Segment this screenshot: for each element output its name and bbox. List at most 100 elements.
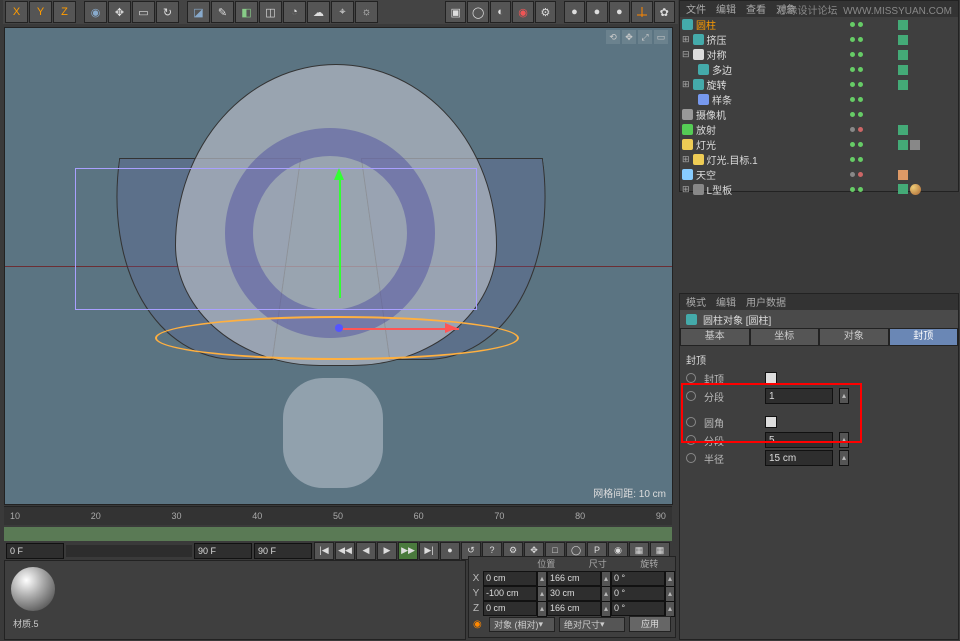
size-input[interactable] bbox=[547, 601, 601, 616]
render-settings-icon[interactable]: ⚙ bbox=[535, 1, 556, 23]
selection-bbox bbox=[75, 168, 477, 310]
object-row[interactable]: 天空 bbox=[680, 167, 958, 182]
object-row[interactable]: 灯光 bbox=[680, 137, 958, 152]
tab-caps[interactable]: 封顶 bbox=[889, 328, 959, 346]
coord-mode-dropdown[interactable]: 对象 (相对) ▾ bbox=[489, 617, 555, 632]
hdr-rotation: 旋转 bbox=[624, 557, 676, 571]
watermark: 思缘设计论坛 WWW.MISSYUAN.COM bbox=[778, 2, 952, 17]
axis-x-icon[interactable]: X bbox=[5, 1, 28, 23]
attr-row-半径: 半径▴ bbox=[686, 449, 952, 467]
checkbox[interactable]: ✓ bbox=[765, 372, 777, 384]
rot-input[interactable] bbox=[611, 586, 665, 601]
scale-tool-icon[interactable]: ▭ bbox=[132, 1, 155, 23]
object-row[interactable]: 样条 bbox=[680, 92, 958, 107]
extrude-icon[interactable]: ◧ bbox=[235, 1, 258, 23]
material-label: 材质.5 bbox=[13, 617, 61, 630]
timeline-cur-field[interactable] bbox=[194, 543, 252, 559]
model-foot bbox=[283, 378, 383, 488]
tab-basic[interactable]: 基本 bbox=[680, 328, 750, 346]
playback-button[interactable]: ◀◀ bbox=[335, 542, 355, 560]
gizmo-y-axis[interactable] bbox=[339, 178, 341, 298]
object-row[interactable]: ⊞L型板 bbox=[680, 182, 958, 197]
coord-apply-button[interactable]: 应用 bbox=[629, 616, 671, 632]
axis-y-icon[interactable]: Y bbox=[29, 1, 52, 23]
object-row[interactable]: 摄像机 bbox=[680, 107, 958, 122]
spinner[interactable]: ▴ bbox=[839, 450, 849, 466]
axis-z-icon[interactable]: Z bbox=[53, 1, 76, 23]
attr-section-header: 封顶 bbox=[686, 352, 952, 367]
pen-icon[interactable]: ✎ bbox=[211, 1, 234, 23]
render-region-icon[interactable]: ▣ bbox=[445, 1, 466, 23]
object-row[interactable]: ⊞挤压 bbox=[680, 32, 958, 47]
pos-input[interactable] bbox=[483, 601, 537, 616]
pos-input[interactable] bbox=[483, 571, 537, 586]
cylinder-icon bbox=[686, 314, 697, 325]
timeline-range-slider[interactable] bbox=[4, 527, 672, 541]
rotate-tool-icon[interactable]: ↻ bbox=[156, 1, 179, 23]
tab-object[interactable]: 对象 bbox=[819, 328, 889, 346]
playback-button[interactable]: |◀ bbox=[314, 542, 334, 560]
timeline-scrub[interactable] bbox=[66, 545, 192, 557]
playback-button[interactable]: ▶▶ bbox=[398, 542, 418, 560]
highlight-fillet-params bbox=[683, 385, 860, 441]
object-row[interactable]: ⊞灯光.目标.1 bbox=[680, 152, 958, 167]
object-row[interactable]: 多边 bbox=[680, 62, 958, 77]
viewport-grid-status: 网格间距: 10 cm bbox=[593, 485, 666, 500]
timeline-end-field[interactable] bbox=[254, 543, 312, 559]
om-menu-file[interactable]: 文件 bbox=[686, 1, 706, 17]
timeline-start-field[interactable] bbox=[6, 543, 64, 559]
attr-tabs: 基本 坐标 对象 封顶 bbox=[680, 328, 958, 346]
plugin-icon[interactable]: ✿ bbox=[654, 1, 675, 23]
gizmo-y-arrow-icon[interactable] bbox=[334, 168, 344, 180]
size-input[interactable] bbox=[547, 571, 601, 586]
om-menu-view[interactable]: 查看 bbox=[746, 1, 766, 17]
object-row[interactable]: 圆柱 bbox=[680, 17, 958, 32]
sphere3-icon[interactable]: ● bbox=[609, 1, 630, 23]
attr-menu: 模式 编辑 用户数据 bbox=[680, 294, 958, 310]
attr-menu-mode[interactable]: 模式 bbox=[686, 294, 706, 310]
array-icon[interactable]: ◫ bbox=[259, 1, 282, 23]
gizmo-x-arrow-icon[interactable] bbox=[445, 323, 457, 333]
object-row[interactable]: 放射 bbox=[680, 122, 958, 137]
coord-icon[interactable] bbox=[631, 1, 652, 23]
rot-input[interactable] bbox=[611, 601, 665, 616]
timeline-ruler[interactable]: 102030405060708090 bbox=[4, 507, 672, 525]
attr-title-text: 圆柱对象 [圆柱] bbox=[703, 312, 771, 327]
light-icon[interactable]: ☼ bbox=[355, 1, 378, 23]
playback-button[interactable]: ◀ bbox=[356, 542, 376, 560]
render-active-icon[interactable]: ◯ bbox=[467, 1, 488, 23]
pos-input[interactable] bbox=[483, 586, 537, 601]
3d-viewport[interactable]: ⟲ ✥ ⤢ ▭ 网格间距: 10 cm bbox=[4, 27, 673, 505]
gizmo-x-axis[interactable] bbox=[339, 328, 459, 330]
attr-object-title: 圆柱对象 [圆柱] bbox=[680, 310, 958, 328]
playback-button[interactable]: ▶ bbox=[377, 542, 397, 560]
sphere2-icon[interactable]: ● bbox=[586, 1, 607, 23]
primitive-icon[interactable]: ◪ bbox=[187, 1, 210, 23]
value-input[interactable] bbox=[765, 450, 833, 466]
camera-icon[interactable]: ⌖ bbox=[331, 1, 354, 23]
rot-input[interactable] bbox=[611, 571, 665, 586]
deformer-icon[interactable]: ◔ bbox=[283, 1, 306, 23]
tab-coord[interactable]: 坐标 bbox=[750, 328, 820, 346]
move-tool-icon[interactable]: ✥ bbox=[108, 1, 131, 23]
object-row[interactable]: ⊞旋转 bbox=[680, 77, 958, 92]
coord-row-Y: Y▴▴▴ bbox=[469, 586, 675, 601]
playback-button[interactable]: ▶| bbox=[419, 542, 439, 560]
environment-icon[interactable]: ☁ bbox=[307, 1, 330, 23]
attr-menu-userdata[interactable]: 用户数据 bbox=[746, 294, 786, 310]
render-picture-icon[interactable]: ◉ bbox=[512, 1, 533, 23]
size-input[interactable] bbox=[547, 586, 601, 601]
globe-icon[interactable]: ◉ bbox=[84, 1, 107, 23]
coord-record-icon[interactable]: ◉ bbox=[473, 619, 485, 630]
gizmo-origin[interactable] bbox=[335, 324, 343, 332]
coord-size-mode-dropdown[interactable]: 绝对尺寸 ▾ bbox=[559, 617, 625, 632]
attr-menu-edit[interactable]: 编辑 bbox=[716, 294, 736, 310]
om-menu-edit[interactable]: 编辑 bbox=[716, 1, 736, 17]
playback-button[interactable]: ● bbox=[440, 542, 460, 560]
sphere1-icon[interactable]: ● bbox=[564, 1, 585, 23]
render-half-icon[interactable]: ◐ bbox=[490, 1, 511, 23]
object-row[interactable]: ⊟对称 bbox=[680, 47, 958, 62]
object-tree[interactable]: 圆柱⊞挤压⊟对称多边⊞旋转样条摄像机放射灯光⊞灯光.目标.1天空⊞L型板 bbox=[680, 17, 958, 197]
render-toolbar: ▣ ◯ ◐ ◉ ⚙ ● ● ● ✿ bbox=[445, 0, 675, 24]
material-preview[interactable]: 材质.5 bbox=[5, 561, 61, 630]
